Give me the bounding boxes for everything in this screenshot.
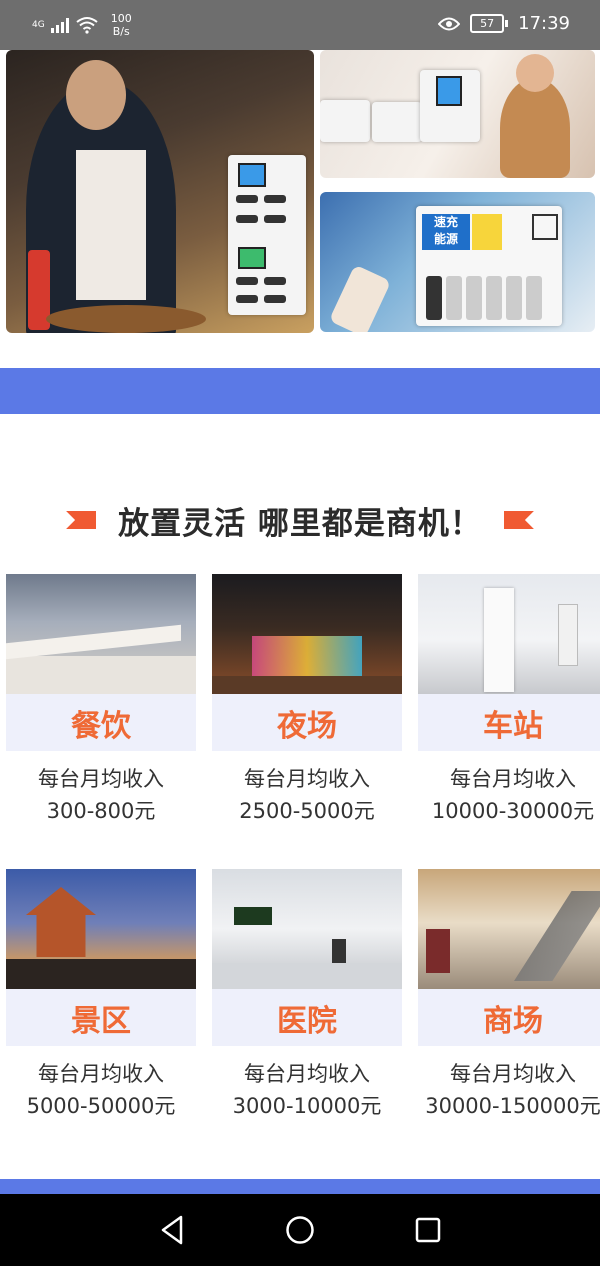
network-type: 4G bbox=[32, 20, 45, 30]
eye-comfort-icon bbox=[438, 17, 461, 30]
woman-head bbox=[516, 54, 554, 92]
scenario-income: 2500-5000元 bbox=[239, 799, 375, 823]
scenario-caption: 每台月均收入 bbox=[244, 1062, 370, 1086]
scenario-label: 医院 bbox=[212, 989, 402, 1046]
section-heading: 放置灵活 哪里都是商机！ bbox=[0, 500, 600, 542]
circle-home-icon bbox=[286, 1216, 314, 1244]
status-right: 57 17:39 bbox=[438, 13, 570, 34]
scenario-income: 10000-30000元 bbox=[431, 799, 595, 823]
scenario-card-mall[interactable]: 商场 每台月均收入 30000-150000元 bbox=[418, 869, 600, 1122]
scenario-caption: 每台月均收入 bbox=[244, 767, 370, 791]
scenario-income: 30000-150000元 bbox=[425, 1094, 600, 1118]
person-head bbox=[66, 60, 126, 130]
flag-right-icon bbox=[503, 511, 534, 529]
recents-button[interactable] bbox=[408, 1210, 448, 1250]
scenario-card-hospital[interactable]: 医院 每台月均收入 3000-10000元 bbox=[212, 869, 402, 1122]
scenario-image-mall bbox=[418, 869, 600, 989]
scenario-label: 餐饮 bbox=[6, 694, 196, 751]
photo-phone-kiosk: 速充 能源 bbox=[320, 192, 595, 332]
scenario-income: 5000-50000元 bbox=[26, 1094, 176, 1118]
status-bar: 4G 100 B/s 57 17:39 bbox=[0, 0, 600, 50]
scenario-label: 夜场 bbox=[212, 694, 402, 751]
scenario-image-nightlife bbox=[212, 574, 402, 694]
scenario-caption: 每台月均收入 bbox=[450, 767, 576, 791]
clock: 17:39 bbox=[518, 13, 570, 34]
section-title: 放置灵活 哪里都是商机！ bbox=[118, 505, 482, 542]
square-recents-icon bbox=[415, 1217, 441, 1243]
kiosk-ad-sticker bbox=[472, 214, 502, 250]
scenario-card-station[interactable]: 车站 每台月均收入 10000-30000元 bbox=[418, 574, 600, 827]
back-button[interactable] bbox=[152, 1210, 192, 1250]
scenario-label: 车站 bbox=[418, 694, 600, 751]
speed-value: 100 bbox=[110, 12, 132, 25]
kiosk-brand-label: 速充 能源 bbox=[422, 214, 470, 250]
scenario-image-dining bbox=[6, 574, 196, 694]
battery-level: 57 bbox=[470, 14, 505, 33]
scenario-caption: 每台月均收入 bbox=[38, 767, 164, 791]
photo-woman-with-kiosk bbox=[320, 50, 595, 178]
scenario-caption: 每台月均收入 bbox=[450, 1062, 576, 1086]
battery-icon: 57 bbox=[470, 14, 509, 33]
scenarios-panel: 放置灵活 哪里都是商机！ 餐饮 每台月均收入 300-800元 夜场 每台月均收… bbox=[0, 414, 600, 1179]
hero-photo-card: 速充 能源 bbox=[0, 50, 600, 368]
flag-left-icon bbox=[66, 511, 97, 529]
home-button[interactable] bbox=[280, 1210, 320, 1250]
scenario-label: 景区 bbox=[6, 989, 196, 1046]
scenario-card-dining[interactable]: 餐饮 每台月均收入 300-800元 bbox=[6, 574, 196, 827]
qr-code-icon bbox=[532, 214, 558, 240]
food-plate bbox=[46, 305, 206, 333]
hand-phone bbox=[328, 264, 392, 332]
charging-kiosk bbox=[420, 70, 480, 142]
scenario-label: 商场 bbox=[418, 989, 600, 1046]
scenario-image-scenic bbox=[6, 869, 196, 989]
scenario-card-nightlife[interactable]: 夜场 每台月均收入 2500-5000元 bbox=[212, 574, 402, 827]
triangle-back-icon bbox=[161, 1215, 183, 1245]
scenario-image-station bbox=[418, 574, 600, 694]
photo-man-at-restaurant bbox=[6, 50, 314, 333]
charging-kiosk bbox=[228, 155, 306, 315]
woman-figure bbox=[500, 78, 570, 178]
scenario-income: 300-800元 bbox=[46, 799, 156, 823]
scenario-card-scenic[interactable]: 景区 每台月均收入 5000-50000元 bbox=[6, 869, 196, 1122]
navigation-bar bbox=[0, 1194, 600, 1266]
signal-icon bbox=[50, 17, 69, 33]
wifi-icon bbox=[76, 17, 98, 34]
scenario-caption: 每台月均收入 bbox=[38, 1062, 164, 1086]
scenario-income: 3000-10000元 bbox=[232, 1094, 382, 1118]
scenario-image-hospital bbox=[212, 869, 402, 989]
speed-unit: B/s bbox=[112, 25, 130, 38]
status-left: 4G 100 B/s bbox=[32, 12, 132, 38]
shirt bbox=[76, 150, 146, 300]
network-speed: 100 B/s bbox=[111, 12, 132, 38]
